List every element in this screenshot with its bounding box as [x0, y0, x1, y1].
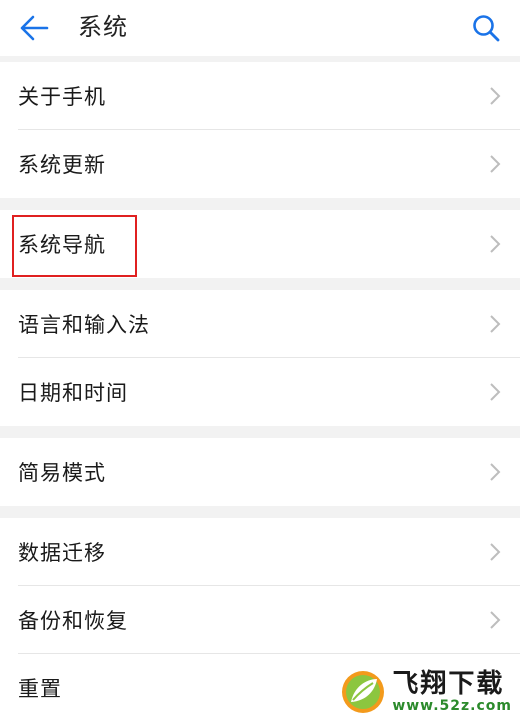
group-gap — [0, 198, 520, 210]
settings-group-4: 简易模式 — [0, 438, 520, 506]
item-label: 系统更新 — [18, 153, 106, 177]
chevron-right-icon — [488, 541, 502, 563]
chevron-right-icon — [488, 461, 502, 483]
chevron-right-icon — [488, 609, 502, 631]
item-label: 备份和恢复 — [18, 609, 128, 633]
search-button[interactable] — [466, 8, 506, 48]
chevron-right-icon — [488, 381, 502, 403]
settings-item-system-update[interactable]: 系统更新 — [0, 130, 520, 198]
arrow-left-icon — [20, 15, 49, 41]
item-label: 简易模式 — [18, 461, 106, 485]
settings-group-5: 数据迁移 备份和恢复 重置 — [0, 518, 520, 721]
app-header: 系统 — [0, 0, 520, 56]
group-gap — [0, 506, 520, 518]
group-gap — [0, 278, 520, 290]
settings-group-1: 关于手机 系统更新 — [0, 62, 520, 198]
settings-item-language-input[interactable]: 语言和输入法 — [0, 290, 520, 358]
group-gap — [0, 426, 520, 438]
item-label: 数据迁移 — [18, 541, 106, 565]
item-label: 日期和时间 — [18, 381, 128, 405]
page-title: 系统 — [78, 13, 128, 41]
item-label: 关于手机 — [18, 85, 106, 109]
settings-item-simple-mode[interactable]: 简易模式 — [0, 438, 520, 506]
settings-item-date-time[interactable]: 日期和时间 — [0, 358, 520, 426]
settings-group-2: 系统导航 — [0, 210, 520, 278]
settings-item-backup-restore[interactable]: 备份和恢复 — [0, 586, 520, 654]
back-button[interactable] — [14, 8, 54, 48]
item-label: 语言和输入法 — [18, 313, 150, 337]
search-icon — [473, 15, 500, 42]
settings-item-system-navigation[interactable]: 系统导航 — [0, 210, 520, 278]
item-label: 重置 — [18, 677, 62, 701]
settings-item-reset[interactable]: 重置 — [0, 654, 520, 721]
settings-item-about-phone[interactable]: 关于手机 — [0, 62, 520, 130]
chevron-right-icon — [488, 85, 502, 107]
chevron-right-icon — [488, 233, 502, 255]
item-label: 系统导航 — [18, 233, 106, 257]
settings-screen: 系统 关于手机 系统更新 系统导航 语言和输入法 日期和时间 简易模式 数据迁移… — [0, 0, 520, 721]
chevron-right-icon — [488, 313, 502, 335]
settings-group-3: 语言和输入法 日期和时间 — [0, 290, 520, 426]
settings-item-data-migration[interactable]: 数据迁移 — [0, 518, 520, 586]
chevron-right-icon — [488, 153, 502, 175]
